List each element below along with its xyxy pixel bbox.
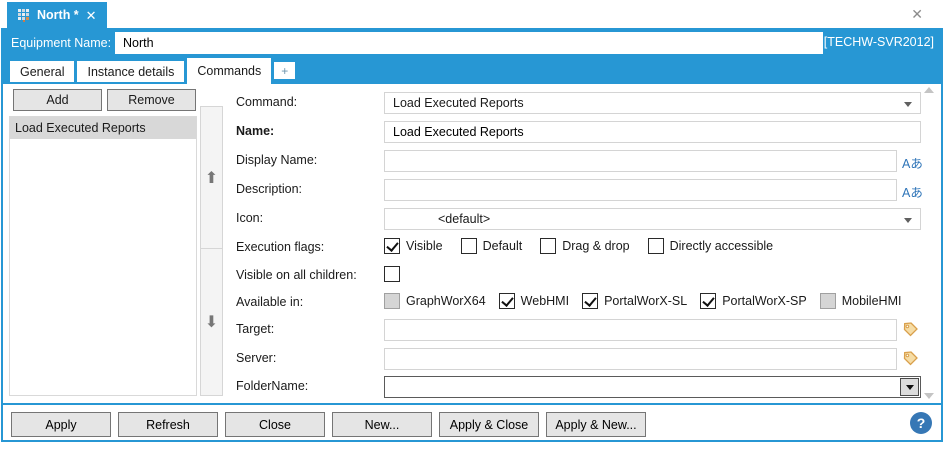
chevron-down-icon	[906, 385, 914, 390]
checkbox-drag-drop[interactable]: Drag & drop	[540, 238, 629, 254]
tag-icon[interactable]	[902, 350, 919, 372]
document-tab-title: North *	[37, 8, 79, 22]
help-icon[interactable]: ?	[910, 412, 932, 434]
description-label: Description:	[236, 182, 302, 196]
server-row: Server:	[3, 348, 941, 370]
name-label: Name:	[236, 124, 274, 138]
localize-icon[interactable]: Aあ	[902, 153, 923, 172]
checkbox-visible-on-all-children[interactable]	[384, 266, 400, 282]
visible-on-all-children-label: Visible on all children:	[236, 268, 357, 282]
execution-flags-label: Execution flags:	[236, 240, 324, 254]
checkbox-checked-icon	[700, 293, 716, 309]
equipment-header: Equipment Name: [TECHW-SVR2012]	[3, 28, 941, 58]
available-in-row: Available in: GraphWorX64 WebHMI PortalW…	[3, 292, 941, 314]
icon-select-value: <default>	[393, 212, 490, 226]
icon-row: Icon: <default>	[3, 208, 941, 230]
commands-tab-content: Add Remove Load Executed Reports ⬆ ⬇ Com…	[3, 84, 941, 403]
server-input[interactable]	[384, 348, 897, 370]
display-name-label: Display Name:	[236, 153, 317, 167]
checkbox-portalworx-sl[interactable]: PortalWorX-SL	[582, 293, 687, 309]
display-name-row: Display Name: Aあ	[3, 150, 941, 172]
tab-general[interactable]: General	[10, 61, 74, 82]
visible-on-all-children-row: Visible on all children:	[3, 265, 941, 287]
checkbox-disabled-icon	[384, 293, 400, 309]
equipment-name-label: Equipment Name:	[11, 36, 111, 50]
command-label: Command:	[236, 95, 297, 109]
target-input[interactable]	[384, 319, 897, 341]
equipment-name-input[interactable]	[115, 32, 823, 54]
scroll-down-icon[interactable]	[924, 393, 934, 399]
checkbox-disabled-icon	[820, 293, 836, 309]
pane-close-icon[interactable]: ✕	[911, 7, 923, 21]
checkbox-graphworx64: GraphWorX64	[384, 293, 486, 309]
folder-name-label: FolderName:	[236, 379, 308, 393]
checkbox-checked-icon	[582, 293, 598, 309]
checkbox-portalworx-sp[interactable]: PortalWorX-SP	[700, 293, 807, 309]
document-tab-close-icon[interactable]: ✕	[86, 9, 97, 22]
checkbox-checked-icon	[499, 293, 515, 309]
document-tab-north[interactable]: North * ✕	[7, 2, 107, 28]
document-tab-strip: North * ✕ ✕	[0, 0, 945, 28]
chevron-down-icon	[904, 218, 912, 223]
checkbox-default[interactable]: Default	[461, 238, 523, 254]
icon-select[interactable]: <default>	[384, 208, 921, 230]
server-badge: [TECHW-SVR2012]	[824, 35, 934, 49]
name-row: Name:	[3, 121, 941, 143]
scroll-up-icon[interactable]	[924, 87, 934, 93]
tag-icon[interactable]	[902, 321, 919, 343]
display-name-input[interactable]	[384, 150, 897, 172]
folder-name-row: FolderName:	[3, 376, 941, 398]
localize-icon[interactable]: Aあ	[902, 182, 923, 201]
checkbox-checked-icon	[384, 238, 400, 254]
editor-tab-strip: General Instance details Commands +	[3, 58, 941, 84]
checkbox-unchecked-icon	[648, 238, 664, 254]
server-label: Server:	[236, 351, 276, 365]
command-select-value: Load Executed Reports	[393, 96, 524, 110]
target-label: Target:	[236, 322, 274, 336]
workbench-pane: North * ✕ ✕ Equipment Name: [TECHW-SVR20…	[0, 0, 945, 452]
apply-and-new-button[interactable]: Apply & New...	[546, 412, 646, 437]
checkbox-directly-accessible[interactable]: Directly accessible	[648, 238, 774, 254]
close-button[interactable]: Close	[225, 412, 325, 437]
tab-add-new[interactable]: +	[274, 62, 295, 79]
target-row: Target:	[3, 319, 941, 341]
new-button[interactable]: New...	[332, 412, 432, 437]
folder-name-select[interactable]	[384, 376, 921, 398]
apply-and-close-button[interactable]: Apply & Close	[439, 412, 539, 437]
checkbox-unchecked-icon	[540, 238, 556, 254]
execution-flags-row: Execution flags: Visible Default Drag & …	[3, 237, 941, 259]
visible-on-all-children-group	[384, 266, 400, 282]
execution-flags-group: Visible Default Drag & drop Directly acc…	[384, 238, 791, 254]
description-input[interactable]	[384, 179, 897, 201]
equipment-editor-pane: Equipment Name: [TECHW-SVR2012] General …	[1, 28, 943, 442]
checkbox-mobilehmi: MobileHMI	[820, 293, 902, 309]
checkbox-unchecked-icon	[461, 238, 477, 254]
checkbox-unchecked-icon	[384, 266, 400, 282]
tab-instance-details[interactable]: Instance details	[77, 61, 184, 82]
available-in-label: Available in:	[236, 295, 303, 309]
apply-button[interactable]: Apply	[11, 412, 111, 437]
command-row: Command: Load Executed Reports	[3, 92, 941, 114]
tab-commands[interactable]: Commands	[187, 58, 271, 84]
footer-bar: Apply Refresh Close New... Apply & Close…	[3, 403, 941, 440]
chevron-down-icon	[904, 102, 912, 107]
available-in-group: GraphWorX64 WebHMI PortalWorX-SL PortalW…	[384, 293, 914, 309]
description-row: Description: Aあ	[3, 179, 941, 201]
refresh-button[interactable]: Refresh	[118, 412, 218, 437]
checkbox-visible[interactable]: Visible	[384, 238, 443, 254]
checkbox-webhmi[interactable]: WebHMI	[499, 293, 569, 309]
equipment-building-icon	[17, 9, 30, 22]
command-select[interactable]: Load Executed Reports	[384, 92, 921, 114]
dropdown-button[interactable]	[900, 378, 919, 396]
icon-label: Icon:	[236, 211, 263, 225]
name-input[interactable]	[384, 121, 921, 143]
